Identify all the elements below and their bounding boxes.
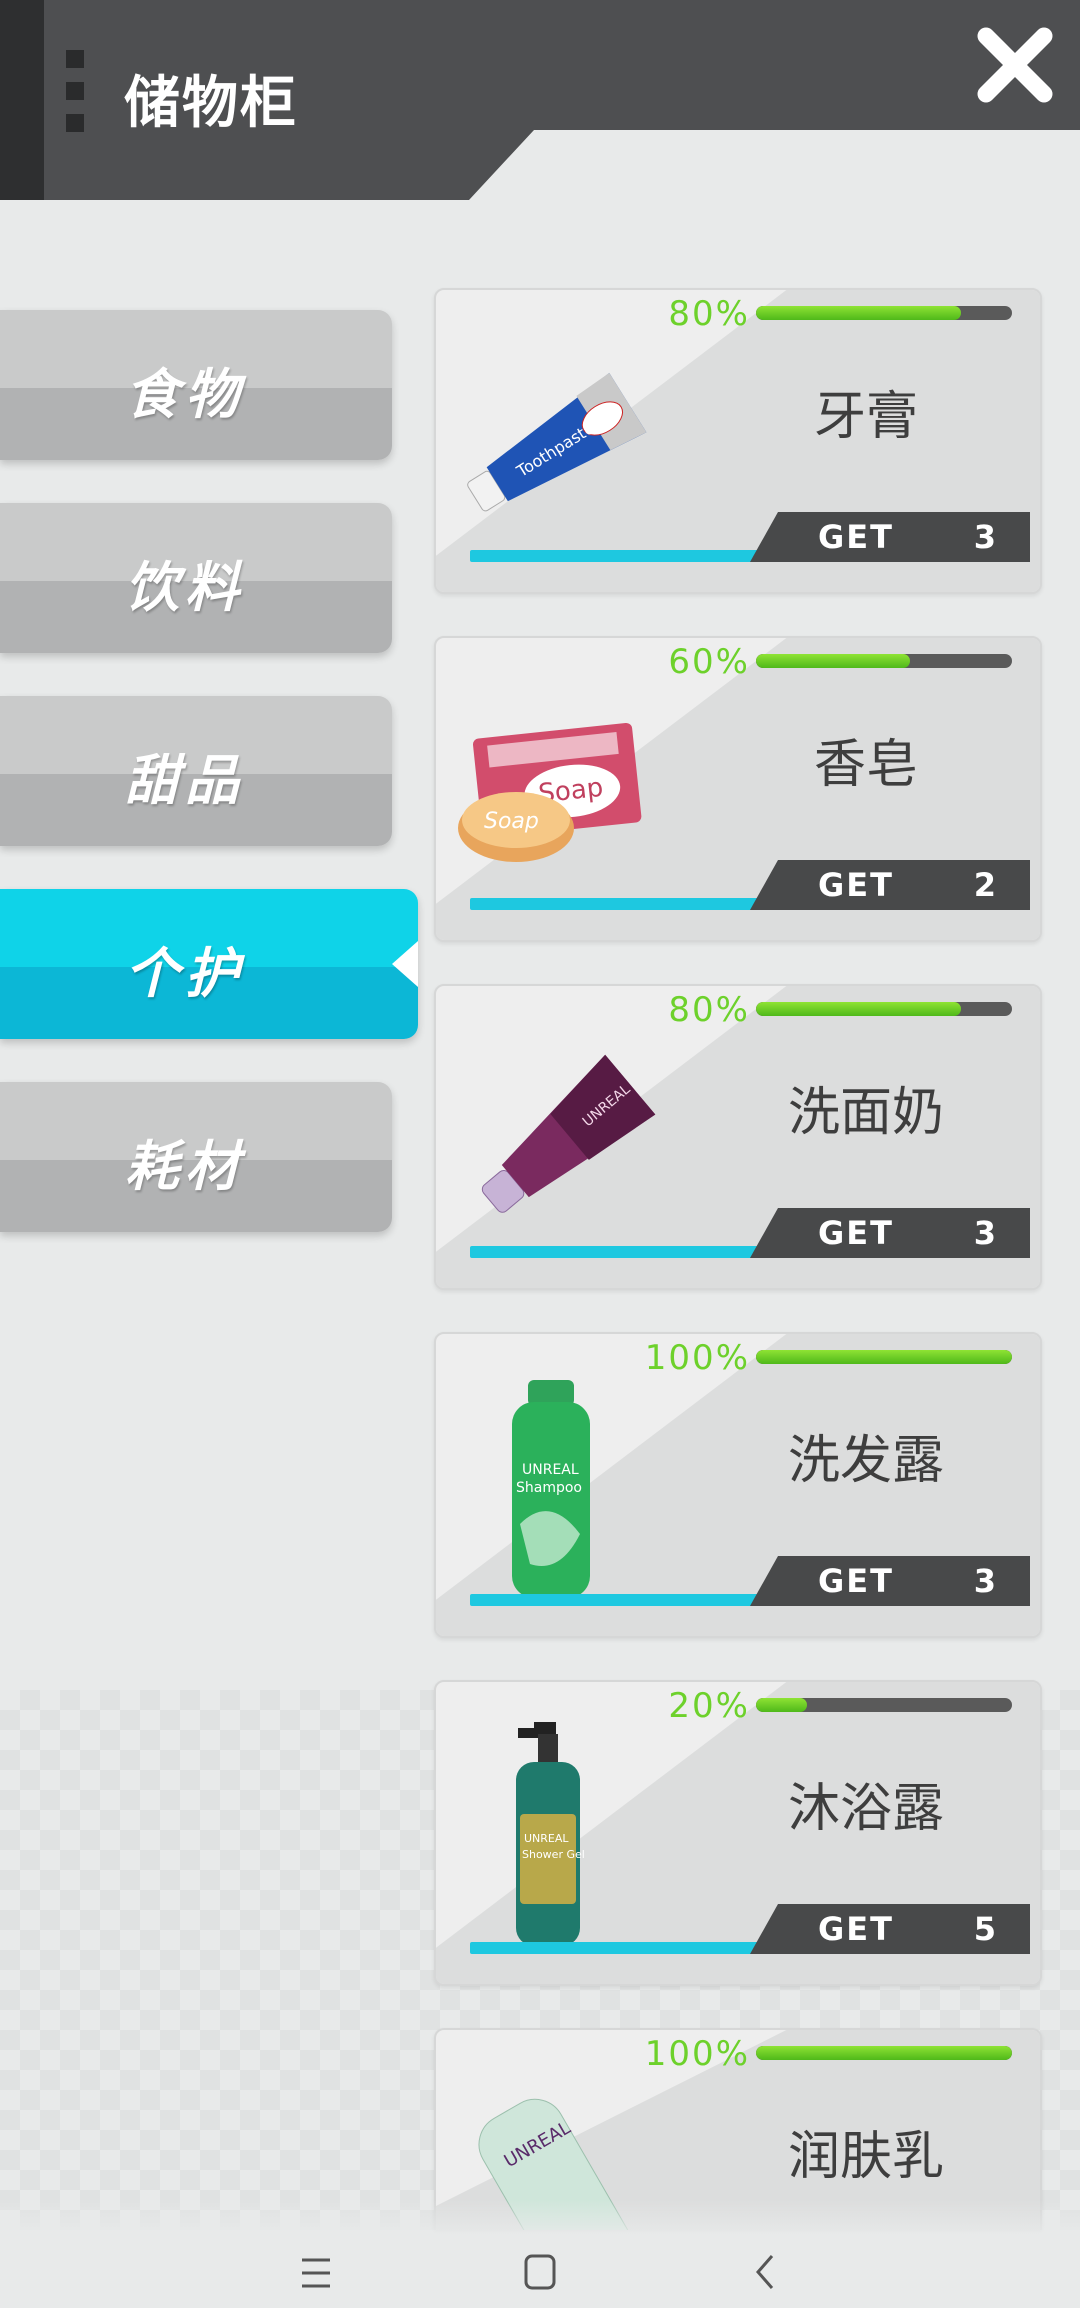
tab-label: 饮料 <box>125 556 245 619</box>
item-card-face-wash[interactable]: UNREAL 80% 洗面奶 GET 3 <box>434 984 1042 1290</box>
item-card-soap[interactable]: Soap Soap 60% 香皂 GET 2 <box>434 636 1042 942</box>
toothpaste-icon: Toothpaste <box>450 330 670 560</box>
tab-consumables[interactable]: 耗材 <box>0 1082 392 1232</box>
tab-dessert[interactable]: 甜品 <box>0 696 392 846</box>
cyan-accent-bar <box>470 550 770 562</box>
close-button[interactable] <box>972 22 1058 108</box>
menu-button[interactable] <box>286 2246 346 2300</box>
progress-bar <box>756 2046 1012 2060</box>
tab-label: 个护 <box>125 942 245 1005</box>
item-name: 洗发露 <box>787 1431 944 1491</box>
shower-gel-icon: UNREAL Shower Gel <box>450 1722 670 1952</box>
item-card-shower-gel[interactable]: UNREAL Shower Gel 20% 沐浴露 GET 5 <box>434 1680 1042 1986</box>
svg-text:UNREAL: UNREAL <box>522 1462 579 1478</box>
soap-icon: Soap Soap <box>450 678 670 908</box>
svg-text:UNREAL: UNREAL <box>524 1832 569 1845</box>
back-button[interactable] <box>736 2246 796 2300</box>
tab-drinks[interactable]: 饮料 <box>0 503 392 653</box>
get-count: 5 <box>973 1910 996 1948</box>
face-wash-icon: UNREAL <box>450 1026 670 1256</box>
item-card-toothpaste[interactable]: Toothpaste 80% 牙膏 GET 3 <box>434 288 1042 594</box>
get-button[interactable]: GET 3 <box>750 512 1030 562</box>
progress-bar <box>756 306 1012 320</box>
tab-label: 甜品 <box>125 749 245 812</box>
svg-text:Soap: Soap <box>484 809 539 834</box>
page-title: 储物柜 <box>124 71 298 136</box>
cyan-accent-bar <box>470 1246 770 1258</box>
item-name: 牙膏 <box>813 387 918 447</box>
svg-text:Shampoo: Shampoo <box>516 1480 582 1496</box>
svg-text:Shower Gel: Shower Gel <box>522 1848 585 1861</box>
back-icon <box>756 2255 774 2289</box>
bottom-fade <box>0 2200 1080 2240</box>
drag-handle-icon <box>66 50 84 146</box>
percent-label: 60% <box>668 642 750 682</box>
close-icon <box>977 27 1053 103</box>
tab-food[interactable]: 食物 <box>0 310 392 460</box>
get-count: 2 <box>973 866 996 904</box>
header-side-strip <box>0 0 44 200</box>
item-card-shampoo[interactable]: UNREAL Shampoo 100% 洗发露 GET 3 <box>434 1332 1042 1638</box>
get-count: 3 <box>973 1214 996 1252</box>
cyan-accent-bar <box>470 1942 770 1954</box>
home-icon <box>524 2254 556 2290</box>
system-nav-bar <box>0 2238 1080 2308</box>
progress-bar <box>756 1698 1012 1712</box>
get-button[interactable]: GET 3 <box>750 1556 1030 1606</box>
get-button[interactable]: GET 5 <box>750 1904 1030 1954</box>
get-label: GET <box>818 1214 894 1252</box>
menu-icon <box>302 2258 330 2288</box>
shampoo-icon: UNREAL Shampoo <box>450 1374 670 1604</box>
home-button[interactable] <box>510 2246 570 2300</box>
item-name: 香皂 <box>813 735 918 795</box>
percent-label: 80% <box>668 294 750 334</box>
progress-bar <box>756 654 1012 668</box>
get-button[interactable]: GET 2 <box>750 860 1030 910</box>
tab-label: 耗材 <box>125 1135 245 1198</box>
get-label: GET <box>818 518 894 556</box>
item-name: 沐浴露 <box>787 1779 944 1839</box>
tab-personal-care[interactable]: 个护 <box>0 889 418 1039</box>
get-label: GET <box>818 1910 894 1948</box>
percent-label: 100% <box>644 2034 750 2074</box>
get-button[interactable]: GET 3 <box>750 1208 1030 1258</box>
cyan-accent-bar <box>470 898 770 910</box>
progress-bar <box>756 1002 1012 1016</box>
percent-label: 100% <box>644 1338 750 1378</box>
item-name: 润肤乳 <box>787 2127 944 2187</box>
header: 储物柜 <box>0 0 1080 200</box>
get-count: 3 <box>973 1562 996 1600</box>
get-label: GET <box>818 866 894 904</box>
item-name: 洗面奶 <box>787 1083 944 1143</box>
get-count: 3 <box>973 518 996 556</box>
cyan-accent-bar <box>470 1594 770 1606</box>
percent-label: 20% <box>668 1686 750 1726</box>
percent-label: 80% <box>668 990 750 1030</box>
progress-bar <box>756 1350 1012 1364</box>
get-label: GET <box>818 1562 894 1600</box>
tab-label: 食物 <box>125 363 245 426</box>
